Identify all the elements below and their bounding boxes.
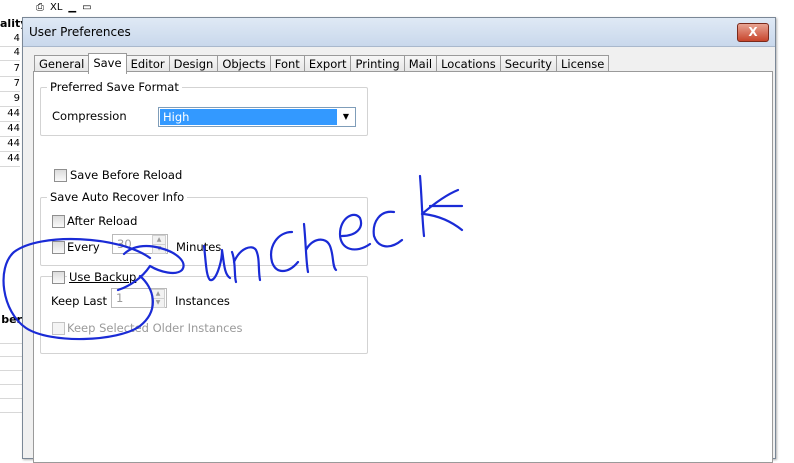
background-spreadsheet: ality 4 4 7 7 9 44 44 44 44 ber (0, 0, 22, 455)
save-before-reload-label[interactable]: Save Before Reload (70, 168, 182, 182)
compression-select[interactable]: High ▼ (158, 107, 356, 127)
background-toolbar: ⎙ XL ▁ ▭ (36, 0, 92, 14)
bg-cell: 4 (0, 47, 20, 61)
bg-cell: 44 (0, 138, 20, 152)
every-label[interactable]: Every (67, 240, 100, 254)
keep-last-label: Keep Last (51, 294, 108, 308)
bg-cell: 7 (0, 78, 20, 92)
bg-cell: 7 (0, 63, 20, 77)
bg-cell: 4 (0, 33, 20, 47)
preferred-save-format-group: Preferred Save Format Compression High ▼ (40, 80, 368, 136)
keep-selected-label: Keep Selected Older Instances (67, 321, 243, 335)
restore-icon[interactable]: ▭ (82, 2, 91, 13)
after-reload-label[interactable]: After Reload (67, 214, 137, 228)
bg-column-header: ality (0, 17, 22, 30)
xl-button[interactable]: XL (50, 2, 62, 13)
every-minutes-stepper[interactable]: 30 ▲ ▼ (112, 234, 168, 254)
close-button[interactable]: X (737, 23, 769, 42)
group-label: Save Auto Recover Info (47, 190, 188, 204)
minimize-icon[interactable]: ▁ (68, 2, 76, 13)
save-before-reload-checkbox[interactable] (54, 169, 67, 182)
every-checkbox[interactable] (52, 241, 65, 254)
tab-strip: General Save Editor Design Objects Font … (34, 53, 610, 74)
compression-value: High (160, 109, 337, 125)
compression-label: Compression (52, 109, 127, 123)
keep-last-value: 1 (116, 291, 124, 305)
minutes-label: Minutes (176, 240, 222, 254)
spin-down-icon[interactable]: ▼ (151, 298, 165, 308)
chevron-down-icon[interactable]: ▼ (337, 108, 355, 126)
bg-cell: 44 (0, 123, 20, 137)
bg-cell: 9 (0, 93, 20, 107)
use-backup-label[interactable]: Use Backup (67, 270, 139, 284)
auto-recover-group: Save Auto Recover Info After Reload Ever… (40, 190, 368, 266)
bg-cell: 44 (0, 153, 20, 167)
save-tab-panel: Preferred Save Format Compression High ▼… (33, 71, 773, 463)
backup-group: Use Backup Keep Last 1 ▲ ▼ Instances Kee… (40, 270, 368, 354)
keep-selected-checkbox[interactable] (52, 322, 65, 335)
dialog-title: User Preferences (29, 25, 131, 39)
print-icon[interactable]: ⎙ (36, 2, 44, 13)
tab-save[interactable]: Save (88, 53, 127, 74)
after-reload-checkbox[interactable] (52, 215, 65, 228)
spin-down-icon[interactable]: ▼ (152, 244, 166, 254)
every-minutes-value: 30 (117, 237, 132, 251)
use-backup-checkbox[interactable] (52, 271, 65, 284)
keep-last-stepper[interactable]: 1 ▲ ▼ (111, 288, 167, 308)
bg-cell: 44 (0, 108, 20, 122)
user-preferences-dialog: User Preferences X General Save Editor D… (22, 17, 776, 463)
bg-column-header-2: ber (1, 313, 22, 326)
dialog-titlebar[interactable]: User Preferences X (23, 18, 775, 47)
instances-label: Instances (175, 294, 230, 308)
group-label: Preferred Save Format (47, 80, 182, 94)
